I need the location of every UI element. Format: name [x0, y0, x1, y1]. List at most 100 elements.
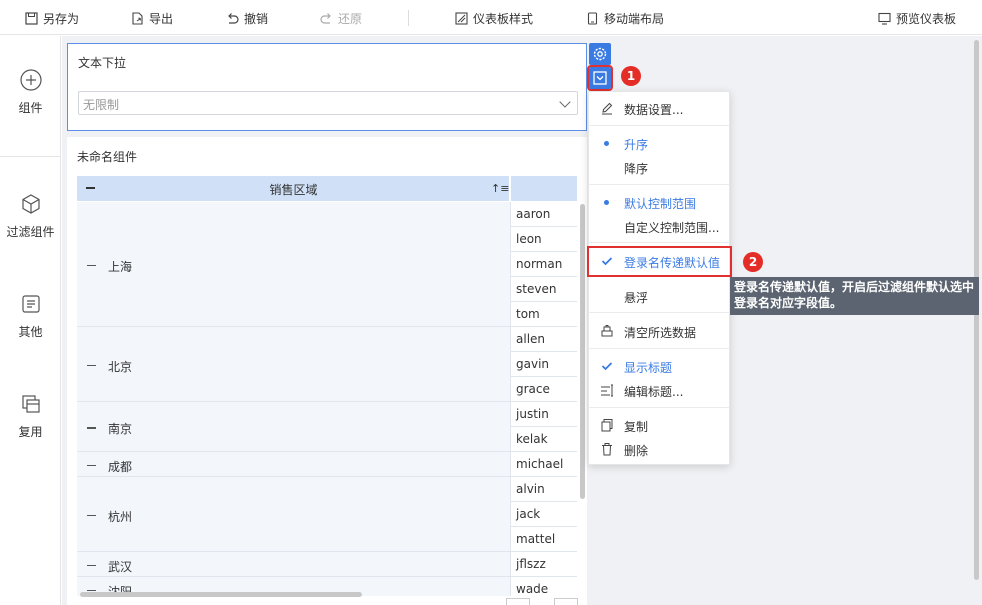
step-badge-1: 1 — [621, 66, 641, 86]
sidebar-item-components[interactable]: 组件 — [0, 69, 61, 116]
collapse-icon[interactable] — [87, 427, 96, 429]
group-cell: 南京 — [77, 402, 511, 452]
menu-divider — [589, 312, 729, 313]
table-cell: allen — [511, 327, 577, 352]
table-vertical-scrollbar[interactable] — [580, 204, 585, 499]
dropdown-select[interactable]: 无限制 — [78, 91, 578, 115]
collapse-icon[interactable] — [87, 589, 96, 591]
collapse-icon[interactable] — [87, 464, 96, 466]
menu-divider — [589, 348, 729, 349]
sidebar-item-filter-components[interactable]: 过滤组件 — [0, 193, 61, 240]
menu-divider — [589, 242, 729, 243]
menu-label: 默认控制范围 — [624, 197, 697, 211]
menu-label: 显示标题 — [624, 361, 673, 375]
table-cell: aaron — [511, 202, 577, 227]
sidebar-item-label: 过滤组件 — [6, 225, 55, 239]
grouped-table: 销售区域 ↑≡ 上海 aaron leon norman steven tom 北京 alle… — [77, 176, 577, 596]
sidebar-item-label: 复用 — [18, 425, 43, 439]
sidebar-item-other[interactable]: 其他 — [0, 293, 61, 340]
menu-label: 删除 — [624, 444, 649, 458]
menu-item-show-title[interactable]: 显示标题 — [589, 355, 729, 377]
table-cell: jflszz — [511, 552, 577, 577]
region-label: 武汉 — [108, 559, 133, 574]
menu-item-clear-selected[interactable]: 清空所选数据 — [589, 320, 729, 342]
text-dropdown-widget[interactable]: 文本下拉 无限制 — [67, 43, 587, 131]
sidebar-item-label: 其他 — [18, 325, 43, 339]
sidebar-item-reuse[interactable]: 复用 — [0, 393, 61, 440]
highlight-frame — [587, 246, 732, 277]
dashboard-style-label: 仪表板样式 — [473, 11, 534, 26]
table-cell: kelak — [511, 427, 577, 452]
table-cell: jack — [511, 502, 577, 527]
save-as-button[interactable]: 另存为 — [25, 9, 79, 27]
table-horizontal-scrollbar[interactable] — [80, 592, 362, 597]
palette-icon — [455, 11, 468, 25]
table-cell: wade — [511, 577, 577, 596]
menu-divider — [589, 407, 729, 408]
sidebar-item-label: 组件 — [18, 101, 43, 115]
collapse-icon[interactable] — [87, 264, 96, 266]
table-cell: grace — [511, 377, 577, 402]
collapse-icon[interactable] — [87, 364, 96, 366]
table-cell: mattel — [511, 527, 577, 552]
export-button[interactable]: 导出 — [131, 9, 173, 27]
menu-item-copy[interactable]: 复制 — [589, 414, 729, 436]
left-sidebar: 组件 过滤组件 其他 复用 — [0, 36, 61, 605]
menu-label: 复制 — [624, 420, 649, 434]
menu-item-sort-asc[interactable]: 升序 — [589, 132, 729, 154]
export-icon — [132, 11, 143, 25]
resize-handle[interactable] — [506, 598, 530, 605]
redo-button[interactable]: 还原 — [320, 9, 362, 27]
header-label: 销售区域 — [269, 183, 318, 197]
table-cell: alvin — [511, 477, 577, 502]
selected-dot-icon — [604, 141, 609, 146]
copy-icon — [601, 419, 613, 432]
menu-item-data-settings[interactable]: 数据设置... — [589, 97, 729, 119]
document-icon — [21, 295, 40, 313]
collapse-icon[interactable] — [87, 514, 96, 516]
region-label: 杭州 — [108, 509, 133, 524]
table-widget[interactable]: 未命名组件 销售区域 ↑≡ 上海 aaron leon norman steven tom… — [67, 137, 587, 605]
toolbar: 另存为 导出 撤销 还原 仪表板样式 移动端布局 预览仪表板 — [0, 0, 982, 35]
menu-divider — [589, 184, 729, 185]
save-as-label: 另存为 — [43, 11, 80, 26]
dropdown-placeholder: 无限制 — [83, 98, 120, 112]
chevron-down-icon — [559, 96, 571, 108]
region-label: 南京 — [108, 422, 133, 436]
widget-settings-button[interactable] — [589, 43, 611, 65]
menu-label: 数据设置... — [624, 103, 684, 117]
menu-label: 悬浮 — [624, 291, 649, 305]
collapse-icon[interactable] — [87, 564, 96, 566]
group-cell: 杭州 — [77, 477, 511, 552]
dashboard-style-button[interactable]: 仪表板样式 — [455, 9, 533, 27]
menu-label: 自定义控制范围... — [624, 221, 720, 235]
menu-label: 清空所选数据 — [624, 326, 697, 340]
resize-handle[interactable] — [554, 598, 578, 605]
table-header-region[interactable]: 销售区域 ↑≡ — [77, 176, 510, 201]
undo-icon — [228, 12, 239, 24]
menu-item-default-range[interactable]: 默认控制范围 — [589, 191, 729, 213]
menu-label: 编辑标题... — [624, 385, 684, 399]
menu-label: 升序 — [624, 138, 649, 152]
export-label: 导出 — [149, 11, 174, 26]
widget-menu-button[interactable] — [587, 65, 613, 91]
selected-dot-icon — [604, 200, 609, 205]
toolbar-divider — [408, 10, 409, 26]
cube-icon — [21, 194, 40, 214]
menu-item-custom-range[interactable]: 自定义控制范围... — [589, 215, 729, 237]
menu-item-delete[interactable]: 删除 — [589, 438, 729, 460]
mobile-layout-button[interactable]: 移动端布局 — [586, 9, 664, 27]
undo-button[interactable]: 撤销 — [226, 9, 268, 27]
menu-item-sort-desc[interactable]: 降序 — [589, 156, 729, 178]
preview-dashboard-button[interactable]: 预览仪表板 — [878, 9, 956, 27]
menu-divider — [589, 125, 729, 126]
widget-title: 未命名组件 — [77, 150, 138, 164]
menu-item-float[interactable]: 悬浮 — [589, 285, 729, 307]
menu-item-edit-title[interactable]: 编辑标题... — [589, 379, 729, 401]
table-header-name — [511, 176, 577, 201]
table-cell: steven — [511, 277, 577, 302]
tooltip-line: 登录名传递默认值，开启后过滤组件默认选中 — [734, 280, 975, 294]
table-cell: leon — [511, 227, 577, 252]
sort-icon[interactable]: ↑≡ — [491, 182, 509, 195]
gear-icon — [593, 47, 607, 61]
